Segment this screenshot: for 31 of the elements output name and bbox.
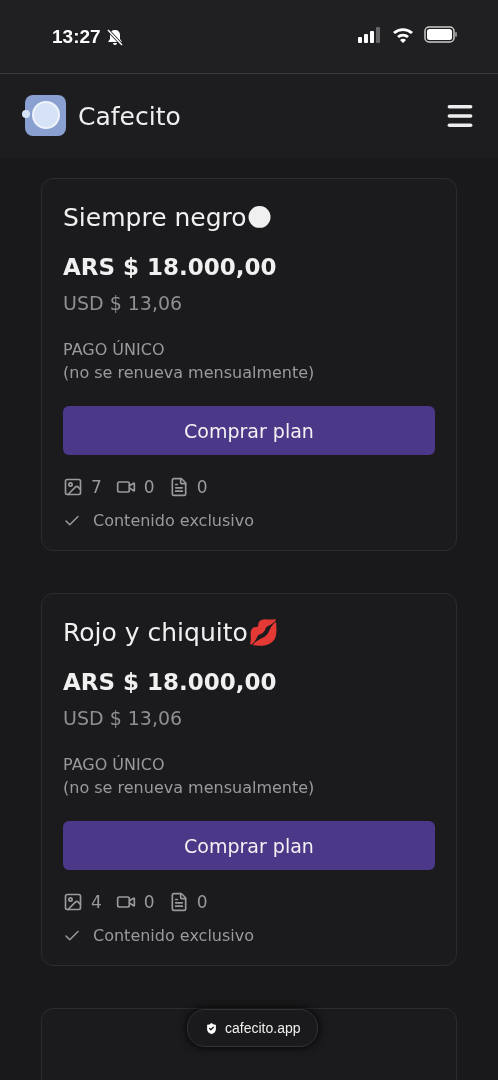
price-ars: ARS $ 18.000,00 bbox=[63, 254, 278, 280]
feature-text: Contenido exclusivo bbox=[93, 926, 254, 945]
image-count: 4 bbox=[91, 892, 102, 912]
document-count: 0 bbox=[196, 892, 208, 912]
url-pill[interactable]: cafecito.app bbox=[187, 1009, 318, 1047]
buy-plan-button[interactable]: Comprar plan bbox=[63, 406, 435, 455]
price-ars: ARS $ 18.000,00 bbox=[63, 669, 278, 695]
price-usd: USD $ 13,06 bbox=[63, 707, 184, 729]
image-icon bbox=[63, 892, 83, 912]
image-icon bbox=[63, 477, 83, 497]
feature-text: Contenido exclusivo bbox=[93, 511, 254, 530]
buy-plan-button[interactable]: Comprar plan bbox=[63, 821, 435, 870]
bell-muted-icon bbox=[106, 28, 123, 46]
document-count: 0 bbox=[196, 477, 208, 497]
wifi-icon bbox=[392, 26, 414, 43]
payment-type: PAGO ÚNICO bbox=[63, 340, 166, 359]
video-count: 0 bbox=[143, 477, 155, 497]
plan-title: Rojo y chiquito💋 bbox=[63, 618, 280, 647]
url-text: cafecito.app bbox=[225, 1020, 301, 1036]
battery-icon bbox=[424, 26, 458, 43]
payment-type: PAGO ÚNICO bbox=[63, 755, 166, 774]
brand-name: Cafecito bbox=[78, 101, 181, 131]
shield-icon bbox=[204, 1020, 219, 1036]
price-usd: USD $ 13,06 bbox=[63, 292, 184, 314]
status-time: 13:27 bbox=[52, 26, 123, 48]
plan-title: Siempre negro🌑 bbox=[63, 203, 274, 232]
signal-icon bbox=[358, 26, 382, 43]
video-count: 0 bbox=[143, 892, 155, 912]
payment-note: (no se renueva mensualmente) bbox=[63, 778, 316, 797]
image-count: 7 bbox=[91, 477, 102, 497]
payment-note: (no se renueva mensualmente) bbox=[63, 363, 316, 382]
